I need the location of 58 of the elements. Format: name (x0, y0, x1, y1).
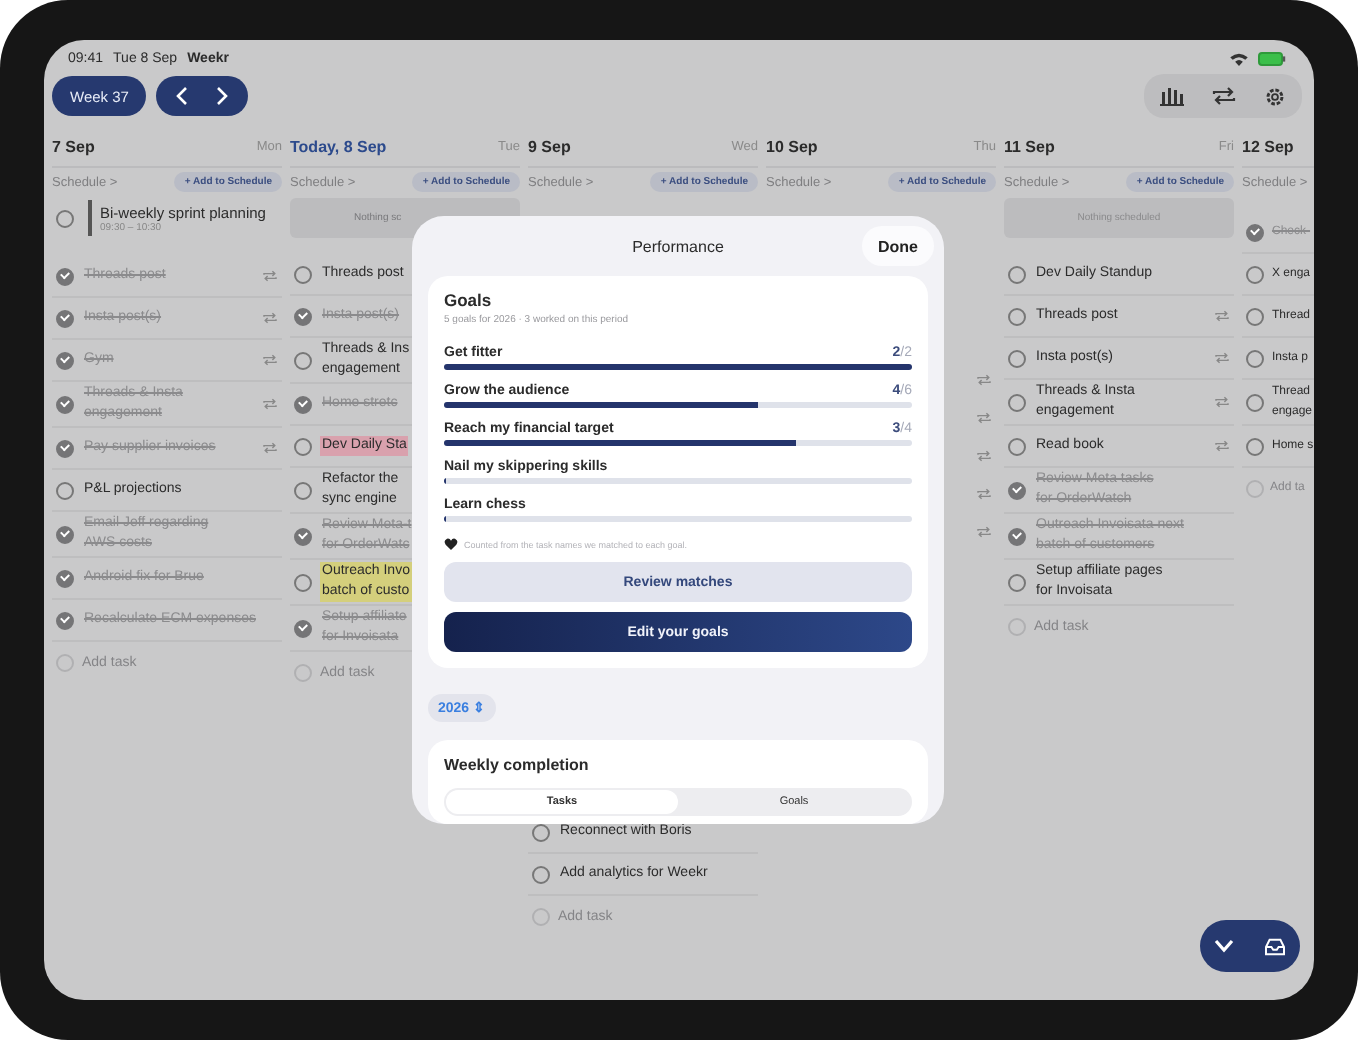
task-checkbox[interactable] (56, 439, 74, 457)
task-checkbox[interactable] (56, 611, 74, 629)
task-checkbox[interactable] (294, 265, 312, 283)
task-checkbox[interactable] (294, 619, 312, 637)
add-task-circle (1008, 617, 1026, 635)
next-icon[interactable] (214, 86, 231, 106)
task-checkbox[interactable] (1008, 307, 1026, 325)
task-checkbox[interactable] (294, 437, 312, 455)
task-checkbox[interactable] (532, 865, 550, 883)
settings-icon[interactable] (1264, 85, 1286, 107)
task-checkbox[interactable] (294, 307, 312, 325)
task-checkbox[interactable] (1246, 349, 1264, 367)
task-checkbox[interactable] (294, 395, 312, 413)
heart-icon (444, 538, 458, 550)
add-task-circle (294, 663, 312, 681)
previous-icon[interactable] (174, 86, 191, 106)
task-checkbox[interactable] (1246, 307, 1264, 325)
task-checkbox[interactable] (1008, 573, 1026, 591)
task-checkbox[interactable] (1246, 223, 1264, 241)
task-checkbox[interactable] (294, 573, 312, 591)
add-task-circle (56, 653, 74, 671)
battery-icon (1258, 51, 1286, 65)
task-checkbox[interactable] (1246, 393, 1264, 411)
task-checkbox[interactable] (1246, 265, 1264, 283)
task-checkbox[interactable] (1008, 265, 1026, 283)
done-button[interactable]: Done (862, 226, 934, 266)
chevron-down-icon[interactable] (1214, 938, 1235, 954)
task-checkbox[interactable] (294, 527, 312, 545)
repeat-icon[interactable] (1212, 86, 1236, 106)
day-date: 12 Sep (1242, 137, 1294, 155)
add-task-circle (1246, 479, 1264, 497)
day-date: 9 Sep (528, 137, 571, 155)
task-checkbox[interactable] (1008, 481, 1026, 499)
day-date: 10 Sep (766, 137, 818, 155)
day-date: 7 Sep (52, 137, 95, 155)
task-checkbox[interactable] (1008, 393, 1026, 411)
task-checkbox[interactable] (1246, 437, 1264, 455)
sheet-title: Performance (632, 237, 724, 255)
task-checkbox[interactable] (56, 267, 74, 285)
card-title: Weekly completion (444, 756, 591, 774)
task-checkbox[interactable] (294, 351, 312, 369)
task-checkbox[interactable] (56, 569, 74, 587)
wifi-icon (1230, 51, 1248, 65)
card-title: Goals (444, 290, 494, 310)
inbox-icon[interactable] (1263, 937, 1286, 955)
task-checkbox[interactable] (56, 525, 74, 543)
day-date: Today, 8 Sep (290, 137, 387, 155)
add-task-circle (532, 907, 550, 925)
task-checkbox[interactable] (56, 395, 74, 413)
day-date: 11 Sep (1004, 137, 1055, 155)
task-checkbox[interactable] (1008, 527, 1026, 545)
task-checkbox[interactable] (56, 351, 74, 369)
task-checkbox[interactable] (1008, 349, 1026, 367)
bar-chart-icon[interactable] (1160, 86, 1184, 106)
task-checkbox[interactable] (1008, 437, 1026, 455)
task-checkbox[interactable] (294, 481, 312, 499)
task-checkbox[interactable] (56, 481, 74, 499)
task-checkbox[interactable] (56, 309, 74, 327)
